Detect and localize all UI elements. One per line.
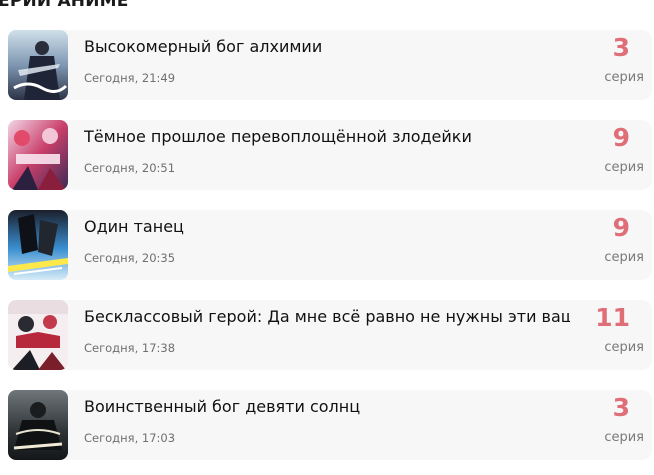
release-time: Сегодня, 17:38 <box>84 341 176 355</box>
release-time: Сегодня, 21:49 <box>84 71 176 85</box>
poster-thumbnail[interactable] <box>8 210 68 280</box>
list-item[interactable]: Высокомерный бог алхимии Сегодня, 21:49 … <box>8 30 652 100</box>
section-title: ЕРИИ АНИМЕ <box>0 0 129 11</box>
anime-title[interactable]: Бесклассовый герой: Да мне всё равно не … <box>84 307 570 326</box>
list-item[interactable]: Тёмное прошлое перевоплощённой злодейки … <box>8 120 652 190</box>
episode-label: серия <box>604 160 644 175</box>
episode-label: серия <box>604 70 644 85</box>
anime-title[interactable]: Высокомерный бог алхимии <box>84 37 570 56</box>
episode-number: 9 <box>612 213 630 242</box>
poster-thumbnail[interactable] <box>8 120 68 190</box>
anime-title[interactable]: Тёмное прошлое перевоплощённой злодейки <box>84 127 570 146</box>
episode-number: 9 <box>612 123 630 152</box>
release-time: Сегодня, 17:03 <box>84 431 176 445</box>
episode-badge: 3 серия <box>570 390 652 460</box>
list-item[interactable]: Бесклассовый герой: Да мне всё равно не … <box>8 300 652 370</box>
episode-number: 11 <box>595 303 630 332</box>
episode-badge: 3 серия <box>570 30 652 100</box>
poster-thumbnail[interactable] <box>8 300 68 370</box>
episode-badge: 9 серия <box>570 120 652 190</box>
release-time: Сегодня, 20:51 <box>84 161 176 175</box>
episode-label: серия <box>604 430 644 445</box>
poster-thumbnail[interactable] <box>8 30 68 100</box>
list-item[interactable]: Воинственный бог девяти солнц Сегодня, 1… <box>8 390 652 460</box>
episode-number: 3 <box>612 393 630 422</box>
anime-title[interactable]: Воинственный бог девяти солнц <box>84 397 570 416</box>
episode-label: серия <box>604 340 644 355</box>
list-item[interactable]: Один танец Сегодня, 20:35 9 серия <box>8 210 652 280</box>
release-time: Сегодня, 20:35 <box>84 251 176 265</box>
poster-thumbnail[interactable] <box>8 390 68 460</box>
episode-badge: 11 серия <box>570 300 652 370</box>
episode-badge: 9 серия <box>570 210 652 280</box>
anime-title[interactable]: Один танец <box>84 217 570 236</box>
episode-number: 3 <box>612 33 630 62</box>
episode-label: серия <box>604 250 644 265</box>
